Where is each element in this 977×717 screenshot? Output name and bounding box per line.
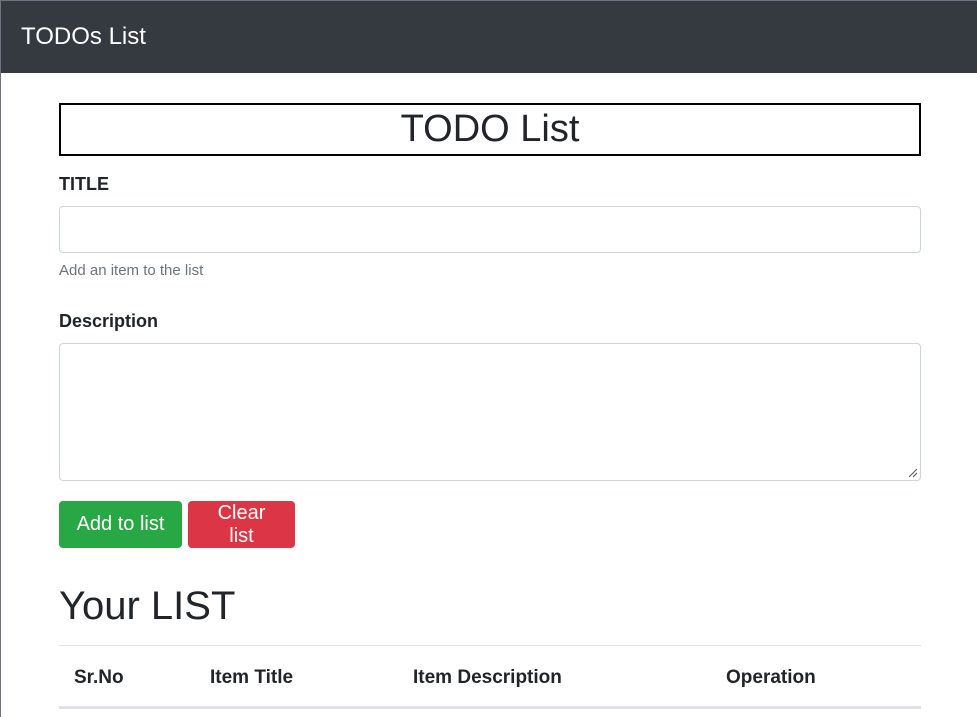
column-header-item-description: Item Description (413, 667, 562, 688)
todo-table: Sr.No Item Title Item Description Operat… (59, 645, 921, 709)
clear-list-button[interactable]: Clear list (188, 501, 295, 548)
page-title: TODO List (59, 103, 921, 156)
navbar-brand[interactable]: TODOs List (21, 25, 146, 49)
title-label: TITLE (59, 174, 109, 194)
resize-handle-icon[interactable] (908, 468, 918, 478)
description-label: Description (59, 311, 159, 331)
title-help-text: Add an item to the list (59, 262, 204, 279)
column-header-srno: Sr.No (74, 667, 124, 688)
title-input[interactable] (59, 206, 921, 253)
column-header-item-title: Item Title (210, 667, 294, 688)
description-textarea[interactable] (59, 343, 921, 481)
add-to-list-button[interactable]: Add to list (59, 501, 182, 548)
list-heading: Your LIST (59, 584, 236, 628)
navbar: TODOs List (1, 1, 977, 73)
column-header-operation: Operation (726, 667, 816, 688)
todo-container: TODO List TITLE Add an item to the list … (59, 103, 921, 709)
form-buttons: Add to list Clear list (59, 501, 921, 548)
